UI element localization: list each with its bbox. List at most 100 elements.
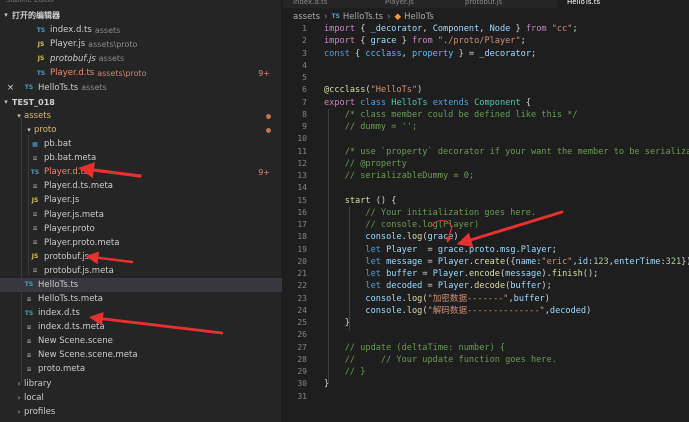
code-line[interactable]: 15 start () {	[283, 195, 689, 207]
code-line[interactable]: 25 }	[283, 317, 689, 329]
code-line[interactable]: 2 import { grace } from "./proto/Player";	[283, 35, 689, 47]
chevron-down-icon[interactable]: ▾	[14, 112, 24, 120]
file-item[interactable]: JS Player.js	[0, 193, 282, 207]
code-line[interactable]: 10	[283, 133, 689, 145]
code-line[interactable]: 13 // serializableDummy = 0;	[283, 170, 689, 182]
folder-item[interactable]: › profiles	[0, 405, 282, 419]
file-item[interactable]: ≡ New Scene.scene	[0, 334, 282, 348]
file-item[interactable]: ≡ Player.d.ts.meta	[0, 179, 282, 193]
code-token: decoded	[386, 281, 423, 292]
code-line[interactable]: 30}	[283, 378, 689, 390]
code-line[interactable]: 28 // // Your update function goes here.	[283, 354, 689, 366]
open-editor-item[interactable]: TS Player.d.ts assets\proto 9+	[0, 66, 282, 80]
open-editors-header[interactable]: ▾ 打开的编辑器	[0, 8, 282, 22]
code-line[interactable]: 24 console.log("解码数据--------------",deco…	[283, 305, 689, 317]
close-icon[interactable]: ×	[0, 83, 24, 93]
code-line[interactable]: 14	[283, 182, 689, 194]
folder-item[interactable]: › library	[0, 377, 282, 391]
code-line[interactable]: 21 let buffer = Player.encode(message).f…	[283, 268, 689, 280]
code-area[interactable]: 1 import { _decorator, Component, Node } …	[283, 23, 689, 403]
code-line[interactable]: 31	[283, 391, 689, 403]
chevron-down-icon[interactable]: ▾	[24, 126, 34, 134]
file-name: Player.js	[44, 195, 80, 206]
file-item[interactable]: ≡ HelloTs.ts.meta	[0, 292, 282, 306]
code-line[interactable]: 22 let decoded = Player.decode(buffer);	[283, 280, 689, 292]
code-token: /* use `property` decorator if your want…	[324, 146, 689, 157]
code-token: {	[355, 36, 371, 47]
file-item[interactable]: ▦ pb.bat	[0, 137, 282, 151]
code-token: ).	[541, 269, 552, 279]
breadcrumb-symbol[interactable]: HelloTs	[404, 12, 434, 22]
file-item[interactable]: TS HelloTs.ts	[0, 277, 282, 292]
editor-tab[interactable]: index.d.ts	[283, 0, 375, 8]
code-line[interactable]: 23 console.log("加密数据-------",buffer)	[283, 293, 689, 305]
file-item[interactable]: ≡ pb.bat.meta	[0, 151, 282, 165]
folder-item[interactable]: ▾ proto	[0, 123, 282, 137]
open-editor-item[interactable]: JS Player.js assets\proto	[0, 37, 282, 51]
code-line[interactable]: 16 // Your initialization goes here.	[283, 207, 689, 219]
meta-file-icon: ≡	[26, 323, 32, 331]
javascript-file-icon: JS	[37, 55, 45, 63]
code-line[interactable]: 1 import { _decorator, Component, Node } …	[283, 23, 689, 35]
editor-tab[interactable]: protobuf.js	[455, 0, 557, 8]
file-item[interactable]: ≡ protobuf.js.meta	[0, 264, 282, 278]
code-line[interactable]: 9 // dummy = '';	[283, 121, 689, 133]
code-token: )	[586, 305, 592, 316]
code-line[interactable]: 19 let Player = grace.proto.msg.Player;	[283, 244, 689, 256]
chevron-right-icon[interactable]: ›	[14, 380, 24, 388]
editor-tab-bar: index.d.ts Player.js protobuf.js HelloTs.ts	[283, 0, 689, 8]
line-number: 20	[297, 256, 307, 266]
code-line[interactable]: 5	[283, 72, 689, 84]
file-item[interactable]: ≡ Player.proto	[0, 222, 282, 236]
code-line[interactable]: 29 // }	[283, 366, 689, 378]
code-line[interactable]: 17 // console.log(Player)	[283, 219, 689, 231]
file-item[interactable]: ≡ Player.proto.meta	[0, 236, 282, 250]
scene-file-icon: ≡	[26, 337, 32, 345]
file-item[interactable]: ≡ index.d.ts.meta	[0, 320, 282, 334]
editor-tab[interactable]: HelloTs.ts	[557, 0, 689, 8]
code-line[interactable]: 20 let message = Player.create({name:"er…	[283, 256, 689, 268]
code-token: ,	[422, 24, 433, 34]
project-header[interactable]: ▾ TEST_018	[0, 95, 282, 109]
chevron-right-icon[interactable]: ›	[14, 394, 24, 402]
code-line[interactable]: 4	[283, 60, 689, 72]
code-line[interactable]: 7 export class HelloTs extends Component …	[283, 97, 689, 109]
breadcrumb-file[interactable]: HelloTs.ts	[343, 12, 383, 22]
open-editor-item[interactable]: × TS HelloTs.ts assets	[0, 81, 282, 95]
code-line[interactable]: 8 /* class member could be defined like …	[283, 109, 689, 121]
file-item[interactable]: TS index.d.ts	[0, 306, 282, 320]
code-line[interactable]: 26	[283, 329, 689, 341]
folder-item[interactable]: ▾ assets	[0, 109, 282, 123]
code-token: export	[324, 97, 356, 108]
open-editors-label: 打开的编辑器	[12, 10, 60, 20]
open-editor-item[interactable]: JS protobuf.js assets	[0, 52, 282, 66]
code-line[interactable]: 18 console.log(grace)	[283, 231, 689, 243]
code-token: log	[406, 232, 423, 243]
file-item[interactable]: TS Player.d.ts 9+	[0, 165, 282, 179]
file-item[interactable]: ≡ New Scene.scene.meta	[0, 348, 282, 362]
file-name: Player.d.ts.meta	[44, 181, 113, 192]
code-line[interactable]: 3 const { ccclass, property } = _decorato…	[283, 48, 689, 60]
code-line[interactable]: 27 // update (deltaTime: number) {	[283, 342, 689, 354]
code-token: "./proto/Player"	[437, 36, 521, 47]
code-token: console	[365, 232, 402, 243]
code-line[interactable]: 12 // @property	[283, 158, 689, 170]
breadcrumb-folder[interactable]: assets	[293, 12, 320, 22]
file-name: protobuf.js.meta	[44, 265, 114, 276]
file-item[interactable]: JS protobuf.js	[0, 250, 282, 264]
open-editor-name: HelloTs.ts	[38, 82, 79, 93]
chevron-right-icon: ›	[324, 11, 328, 22]
code-line[interactable]: 6 @ccclass("HelloTs")	[283, 84, 689, 96]
file-item[interactable]: ≡ proto.meta	[0, 362, 282, 376]
code-line[interactable]: 11 /* use `property` decorator if your w…	[283, 146, 689, 158]
meta-file-icon: ≡	[26, 351, 32, 359]
chevron-right-icon[interactable]: ›	[14, 408, 24, 416]
folder-item[interactable]: › local	[0, 391, 282, 405]
code-token: console	[365, 305, 402, 316]
file-name: protobuf.js	[44, 251, 90, 262]
code-token: buffer	[386, 269, 418, 279]
line-text: // Your initialization goes here.	[324, 207, 536, 219]
open-editor-item[interactable]: TS index.d.ts assets	[0, 23, 282, 37]
file-item[interactable]: ≡ Player.js.meta	[0, 208, 282, 222]
editor-tab[interactable]: Player.js	[375, 0, 455, 8]
